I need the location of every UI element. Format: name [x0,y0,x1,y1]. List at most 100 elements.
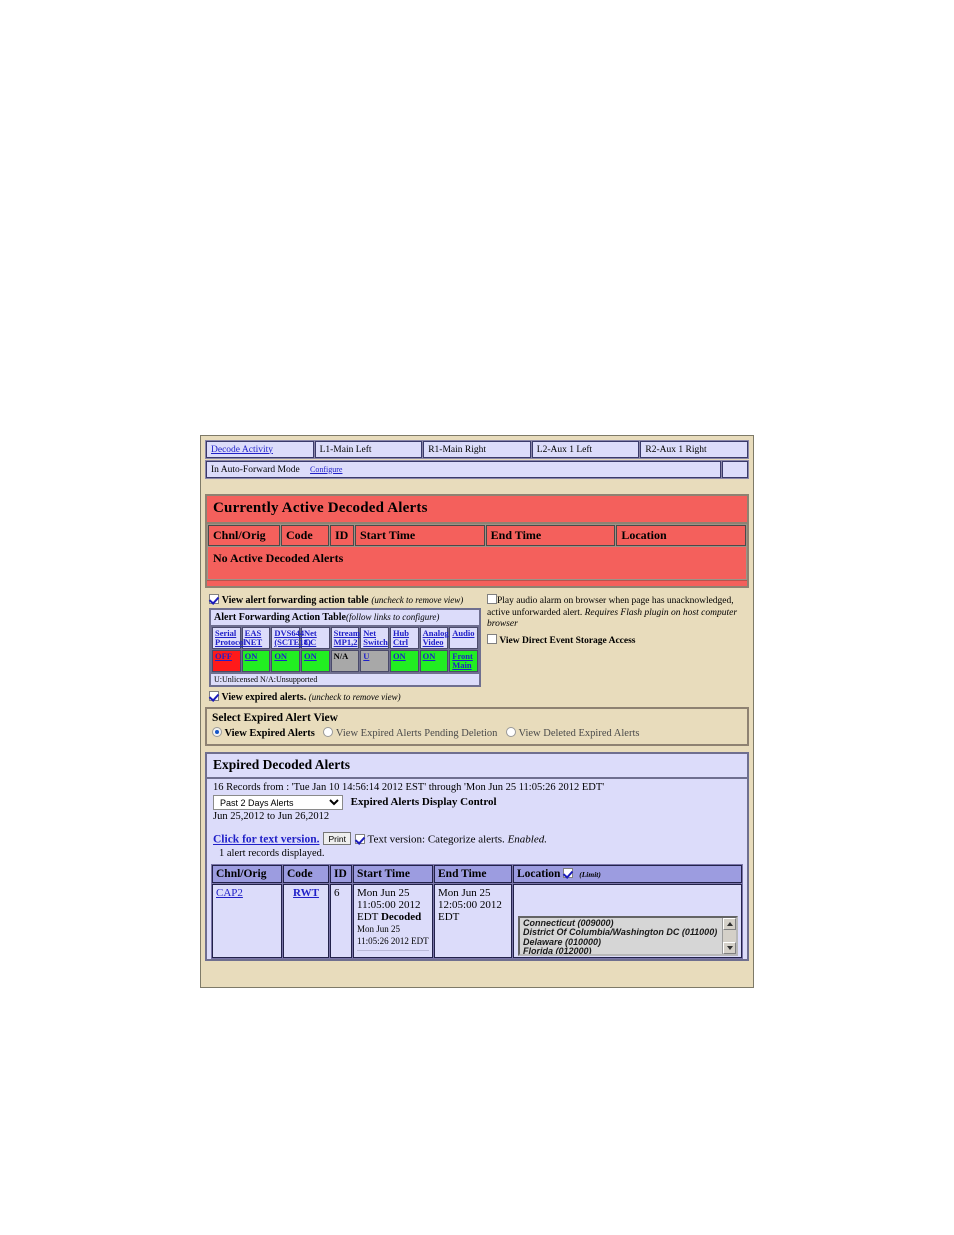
print-button[interactable]: Print [323,832,350,845]
fwd-col-net-switch[interactable]: Net Switch [360,627,389,649]
radio-view-deleted-expired[interactable] [506,727,516,737]
active-col-location: Location [616,525,746,546]
nav-link-decode-activity[interactable]: Decode Activity [211,445,273,455]
row-code-cell[interactable]: RWT [283,884,329,958]
fwd-status-stream-mp12: N/A [331,650,360,672]
nav-item-l2-aux1-left[interactable]: L2-Aux 1 Left [532,441,640,458]
nav-item-r1-main-right[interactable]: R1-Main Right [423,441,531,458]
location-scrollbar[interactable] [722,918,736,954]
fwd-status-eas-net-value: ON [245,651,258,661]
fwd-col-net-cc-label: Net CC [304,628,317,647]
fwd-status-eas-net[interactable]: ON [242,650,271,672]
expired-col-location-label: Location [517,868,560,880]
expired-col-id: ID [330,865,352,883]
active-alerts-footer [207,580,747,586]
fwd-status-audio-value: Front Main [452,651,473,670]
expired-alerts-table: Chnl/Orig Code ID Start Time End Time Lo… [211,864,743,959]
categorize-alerts-label: Text version: Categorize alerts. [368,834,505,846]
date-range-text: Jun 25,2012 to Jun 26,2012 [213,811,741,822]
nav-item-l1-main-left[interactable]: L1-Main Left [315,441,423,458]
categorize-alerts-state: Enabled. [508,834,547,846]
active-alerts-empty-text: No Active Decoded Alerts [208,547,746,579]
radio-label-view-expired-alerts: View Expired Alerts [224,728,314,739]
forwarding-header-row: Serial Protocol EAS NET DVS644 (SCTE18) … [212,627,478,649]
fwd-status-net-cc-value: ON [304,651,317,661]
fwd-col-hub-ctrl-label: Hub Ctrl [393,628,409,647]
radio-view-pending-deletion[interactable] [323,727,333,737]
row-id-cell: 6 [330,884,352,958]
fwd-status-stream-mp12-value: N/A [334,651,349,661]
active-alerts-table: Chnl/Orig Code ID Start Time End Time Lo… [207,524,747,580]
forwarding-area: View alert forwarding action table (unch… [205,594,749,699]
active-alerts-title: Currently Active Decoded Alerts [207,496,747,524]
records-summary: 16 Records from : 'Tue Jan 10 14:56:14 2… [213,782,741,793]
view-expired-alerts-row[interactable]: View expired alerts. (uncheck to remove … [209,691,481,703]
fwd-status-dvs644[interactable]: ON [271,650,300,672]
forwarding-legend: U:Unlicensed N/A:Unsupported [211,673,479,685]
radio-option-view-deleted-expired[interactable]: View Deleted Expired Alerts [506,728,639,739]
nav-item-r2-aux1-right[interactable]: R2-Aux 1 Right [640,441,748,458]
view-forwarding-table-row[interactable]: View alert forwarding action table (unch… [209,594,481,606]
select-expired-alert-view-panel: Select Expired Alert View View Expired A… [205,707,749,746]
direct-storage-row[interactable]: View Direct Event Storage Access [487,634,749,648]
location-item[interactable]: Florida (012000) [523,947,720,953]
forwarding-table-caption: Alert Forwarding Action Table(follow lin… [211,610,479,626]
active-col-id: ID [330,525,354,546]
direct-storage-checkbox[interactable] [487,634,497,644]
expired-alerts-display-control-select[interactable]: Past 2 Days Alerts [213,795,343,810]
row-code-link[interactable]: RWT [293,887,319,899]
audio-alarm-checkbox[interactable] [487,594,497,604]
fwd-status-net-cc[interactable]: ON [301,650,330,672]
fwd-col-serial-protocol[interactable]: Serial Protocol [212,627,241,649]
audio-alarm-row[interactable]: Play audio alarm on browser when page ha… [487,594,749,631]
expired-col-end: End Time [434,865,512,883]
view-forwarding-table-checkbox[interactable] [209,594,219,604]
configure-link[interactable]: Configure [310,465,342,474]
row-start-time-divider [357,950,429,955]
fwd-status-analog-video[interactable]: ON [420,650,449,672]
fwd-status-hub-ctrl[interactable]: ON [390,650,419,672]
fwd-col-hub-ctrl[interactable]: Hub Ctrl [390,627,419,649]
row-chnl-cell[interactable]: CAP2 [212,884,282,958]
radio-option-view-expired-alerts[interactable]: View Expired Alerts [212,728,317,739]
row-decoded-label: Decoded [381,911,421,923]
nav-label-l2-aux1-left: L2-Aux 1 Left [537,445,592,455]
categorize-alerts-checkbox[interactable] [355,834,365,844]
nav-item-decode-activity[interactable]: Decode Activity [206,441,314,458]
view-forwarding-table-label: View alert forwarding action table [222,595,369,606]
scroll-up-icon[interactable] [723,918,736,930]
table-row: CAP2 RWT 6 Mon Jun 25 11:05:00 2012 EDT … [212,884,742,958]
primary-nav: Decode Activity L1-Main Left R1-Main Rig… [205,440,749,459]
row-chnl-link[interactable]: CAP2 [216,887,243,899]
view-forwarding-table-note: (uncheck to remove view) [371,595,463,605]
location-listbox[interactable]: Connecticut (009000) District Of Columbi… [518,916,738,956]
fwd-col-eas-net-label: EAS NET [245,628,262,647]
fwd-status-audio[interactable]: Front Main [449,650,478,672]
fwd-col-stream-mp12[interactable]: Stream MP1,2 [331,627,360,649]
fwd-status-analog-video-value: ON [423,651,436,661]
view-expired-alerts-checkbox[interactable] [209,691,219,701]
mode-text: In Auto-Forward Mode [211,465,300,475]
text-version-link[interactable]: Click for text version. [213,834,319,846]
forwarding-status-row: OFF ON ON ON N/A U ON ON Front Main [212,650,478,672]
mode-bar-stub[interactable] [722,461,748,478]
fwd-status-serial-protocol[interactable]: OFF [212,650,241,672]
active-col-start: Start Time [355,525,485,546]
active-alerts-header-row: Chnl/Orig Code ID Start Time End Time Lo… [208,525,746,546]
forwarding-action-table-box: Alert Forwarding Action Table(follow lin… [209,608,481,687]
row-start-time-cell: Mon Jun 25 11:05:00 2012 EDT Decoded Mon… [353,884,433,958]
fwd-col-net-switch-label: Net Switch [363,628,388,647]
fwd-status-dvs644-value: ON [274,651,287,661]
forwarding-caption-text: Alert Forwarding Action Table [214,612,346,623]
fwd-col-analog-video[interactable]: Analog Video [420,627,449,649]
fwd-col-eas-net[interactable]: EAS NET [242,627,271,649]
fwd-status-net-switch[interactable]: U [360,650,389,672]
radio-option-view-pending-deletion[interactable]: View Expired Alerts Pending Deletion [323,728,500,739]
radio-label-view-pending-deletion: View Expired Alerts Pending Deletion [336,728,498,739]
fwd-col-net-cc[interactable]: Net CC [301,627,330,649]
location-limit-checkbox[interactable] [563,868,573,878]
fwd-col-dvs644[interactable]: DVS644 (SCTE18) [271,627,300,649]
fwd-col-audio[interactable]: Audio [449,627,478,649]
radio-view-expired-alerts[interactable] [212,727,222,737]
scroll-down-icon[interactable] [723,942,736,954]
